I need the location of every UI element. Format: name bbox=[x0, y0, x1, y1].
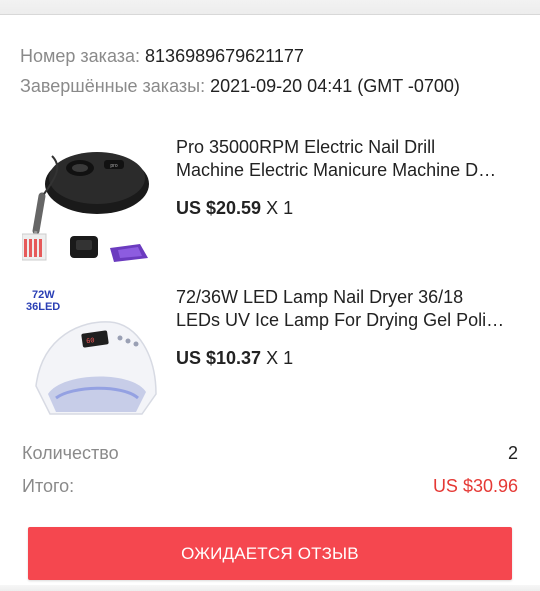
quantity-row: Количество 2 bbox=[22, 443, 518, 464]
product-price-row: US $10.37 X 1 bbox=[176, 348, 293, 369]
bottom-divider bbox=[0, 585, 540, 591]
nail-lamp-icon: 72W 36LED 60 bbox=[22, 286, 160, 421]
lamp-badge-72w: 72W bbox=[32, 289, 55, 301]
product-title-line: Pro 35000RPM Electric Nail Drill bbox=[176, 137, 436, 157]
product-title-line: Machine Electric Manicure Machine D… bbox=[176, 160, 497, 180]
product-quantity: X 1 bbox=[266, 348, 294, 368]
lamp-badge-36led: 36LED bbox=[26, 301, 60, 313]
product-price: US $10.37 bbox=[176, 348, 262, 368]
quantity-value: 2 bbox=[507, 443, 518, 463]
order-completed-label: Завершённые заказы: bbox=[20, 76, 206, 96]
order-number-value[interactable]: 8136989679621177 bbox=[145, 46, 304, 66]
product-title-line: LEDs UV Ice Lamp For Drying Gel Poli… bbox=[176, 310, 505, 330]
order-completed-value: 2021-09-20 04:41 (GMT -0700) bbox=[210, 76, 460, 96]
svg-text:pro: pro bbox=[110, 163, 117, 169]
top-divider bbox=[0, 0, 540, 15]
product-quantity: X 1 bbox=[266, 198, 294, 218]
product-price-row: US $20.59 X 1 bbox=[176, 198, 293, 219]
order-number-label: Номер заказа: bbox=[20, 46, 141, 66]
nail-drill-icon: pro bbox=[22, 136, 160, 271]
product-image[interactable]: pro bbox=[22, 136, 160, 271]
product-item[interactable]: pro Pro 35000RPM Electric Nail Drill Mac… bbox=[0, 126, 540, 276]
order-card: Номер заказа: 8136989679621177 Завершённ… bbox=[0, 15, 540, 591]
order-completed-row: Завершённые заказы: 2021-09-20 04:41 (GM… bbox=[20, 76, 460, 97]
order-number-row: Номер заказа: 8136989679621177 bbox=[20, 46, 304, 67]
total-row: Итого: US $30.96 bbox=[22, 476, 518, 497]
total-label: Итого: bbox=[22, 476, 75, 496]
product-title-line: 72/36W LED Lamp Nail Dryer 36/18 bbox=[176, 287, 464, 307]
product-item[interactable]: 72W 36LED 60 72/36W LED Lamp Nail Dryer … bbox=[0, 276, 540, 426]
product-title[interactable]: 72/36W LED Lamp Nail Dryer 36/18 LEDs UV… bbox=[176, 286, 521, 332]
quantity-label: Количество bbox=[22, 443, 119, 463]
product-image[interactable]: 72W 36LED 60 bbox=[22, 286, 160, 421]
awaiting-review-button[interactable]: ОЖИДАЕТСЯ ОТЗЫВ bbox=[28, 527, 512, 580]
product-price: US $20.59 bbox=[176, 198, 262, 218]
svg-text:60: 60 bbox=[86, 337, 95, 346]
product-title[interactable]: Pro 35000RPM Electric Nail Drill Machine… bbox=[176, 136, 521, 182]
total-value: US $30.96 bbox=[432, 476, 518, 496]
